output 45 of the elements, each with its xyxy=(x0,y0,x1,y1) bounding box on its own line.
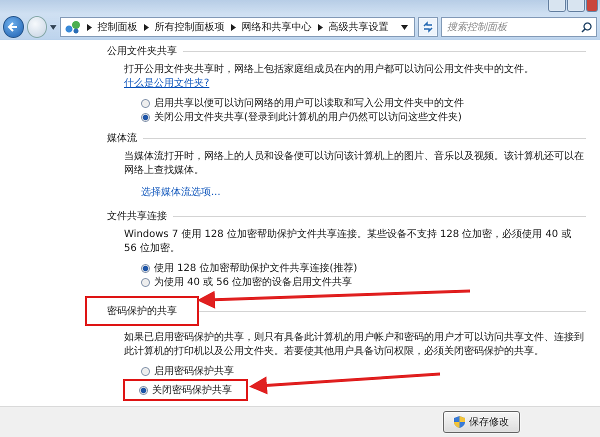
back-arrow-icon xyxy=(7,21,20,33)
help-link[interactable]: 什么是公用文件夹? xyxy=(124,78,210,89)
chevron-icon xyxy=(230,24,236,30)
radio-button[interactable] xyxy=(141,278,150,286)
minimize-button[interactable] xyxy=(548,0,566,12)
radio-button[interactable] xyxy=(141,264,150,272)
radio-option[interactable]: 关闭密码保护共享 xyxy=(123,379,248,401)
search-icon xyxy=(580,22,592,33)
close-button[interactable] xyxy=(586,0,598,12)
refresh-button[interactable] xyxy=(418,17,438,37)
dropdown-icon[interactable] xyxy=(400,24,408,30)
breadcrumb-item[interactable]: 高级共享设置 xyxy=(328,20,389,34)
radio-option[interactable]: 关闭公用文件夹共享(登录到此计算机的用户仍然可以访问这些文件夹) xyxy=(141,110,462,124)
section-description: 如果已启用密码保护的共享，则只有具备此计算机的用户帐户和密码的用户才可以访问共享文件、连接到此计算机的打印机以及公用文件夹。若要使其他用户具备访问权限，必须关闭密码保护的共享。 xyxy=(124,331,585,359)
breadcrumb-item[interactable]: 控制面板 xyxy=(98,20,138,34)
radio-option[interactable]: 启用共享以便可以访问网络的用户可以读取和写入公用文件夹中的文件 xyxy=(141,96,464,110)
radio-button[interactable] xyxy=(141,112,150,122)
radio-button[interactable] xyxy=(141,366,150,376)
section-description: 当媒体流打开时，网络上的人员和设备便可以访问该计算机上的图片、音乐以及视频。该计算机还可以在网络上查找媒体。 xyxy=(124,150,585,178)
radio-button[interactable] xyxy=(139,386,148,394)
section-heading: 文件共享连接 xyxy=(107,210,168,223)
refresh-icon xyxy=(422,21,434,33)
section-heading: 媒体流 xyxy=(107,132,138,145)
breadcrumb-item[interactable]: 所有控制面板项 xyxy=(154,20,225,34)
breadcrumb-item[interactable]: 网络和共享中心 xyxy=(242,20,312,34)
back-button[interactable] xyxy=(3,16,24,38)
chevron-icon xyxy=(144,24,149,30)
section-description: Windows 7 使用 128 位加密帮助保护文件共享连接。某些设备不支持 128 位加密，必须使用 40 或 56 位加密。 xyxy=(124,228,572,256)
search-field[interactable]: 搜索控制面板 xyxy=(441,17,597,37)
address-bar[interactable]: 控制面板 所有控制面板项 网络和共享中心 高级共享设置 xyxy=(60,17,415,37)
section-heading: 密码保护的共享 xyxy=(85,296,199,326)
maximize-button[interactable] xyxy=(567,0,585,12)
radio-option[interactable]: 使用 128 位加密帮助保护文件共享连接(推荐) xyxy=(141,261,358,275)
network-icon xyxy=(64,20,81,34)
radio-option[interactable]: 启用密码保护共享 xyxy=(141,364,234,378)
dropdown-icon[interactable] xyxy=(50,24,57,30)
shield-icon xyxy=(454,416,465,428)
chevron-icon xyxy=(318,24,323,30)
save-button[interactable]: 保存修改 xyxy=(443,411,520,433)
media-streaming-link[interactable]: 选择媒体流选项... xyxy=(141,185,221,199)
radio-button[interactable] xyxy=(141,98,150,108)
radio-option[interactable]: 为使用 40 或 56 位加密的设备启用文件共享 xyxy=(141,275,352,289)
section-description: 打开公用文件夹共享时，网络上包括家庭组成员在内的用户都可以访问公用文件夹中的文件。 什么是公用文件夹? xyxy=(124,63,535,91)
chevron-icon xyxy=(86,24,92,30)
section-heading: 公用文件夹共享 xyxy=(107,44,178,58)
